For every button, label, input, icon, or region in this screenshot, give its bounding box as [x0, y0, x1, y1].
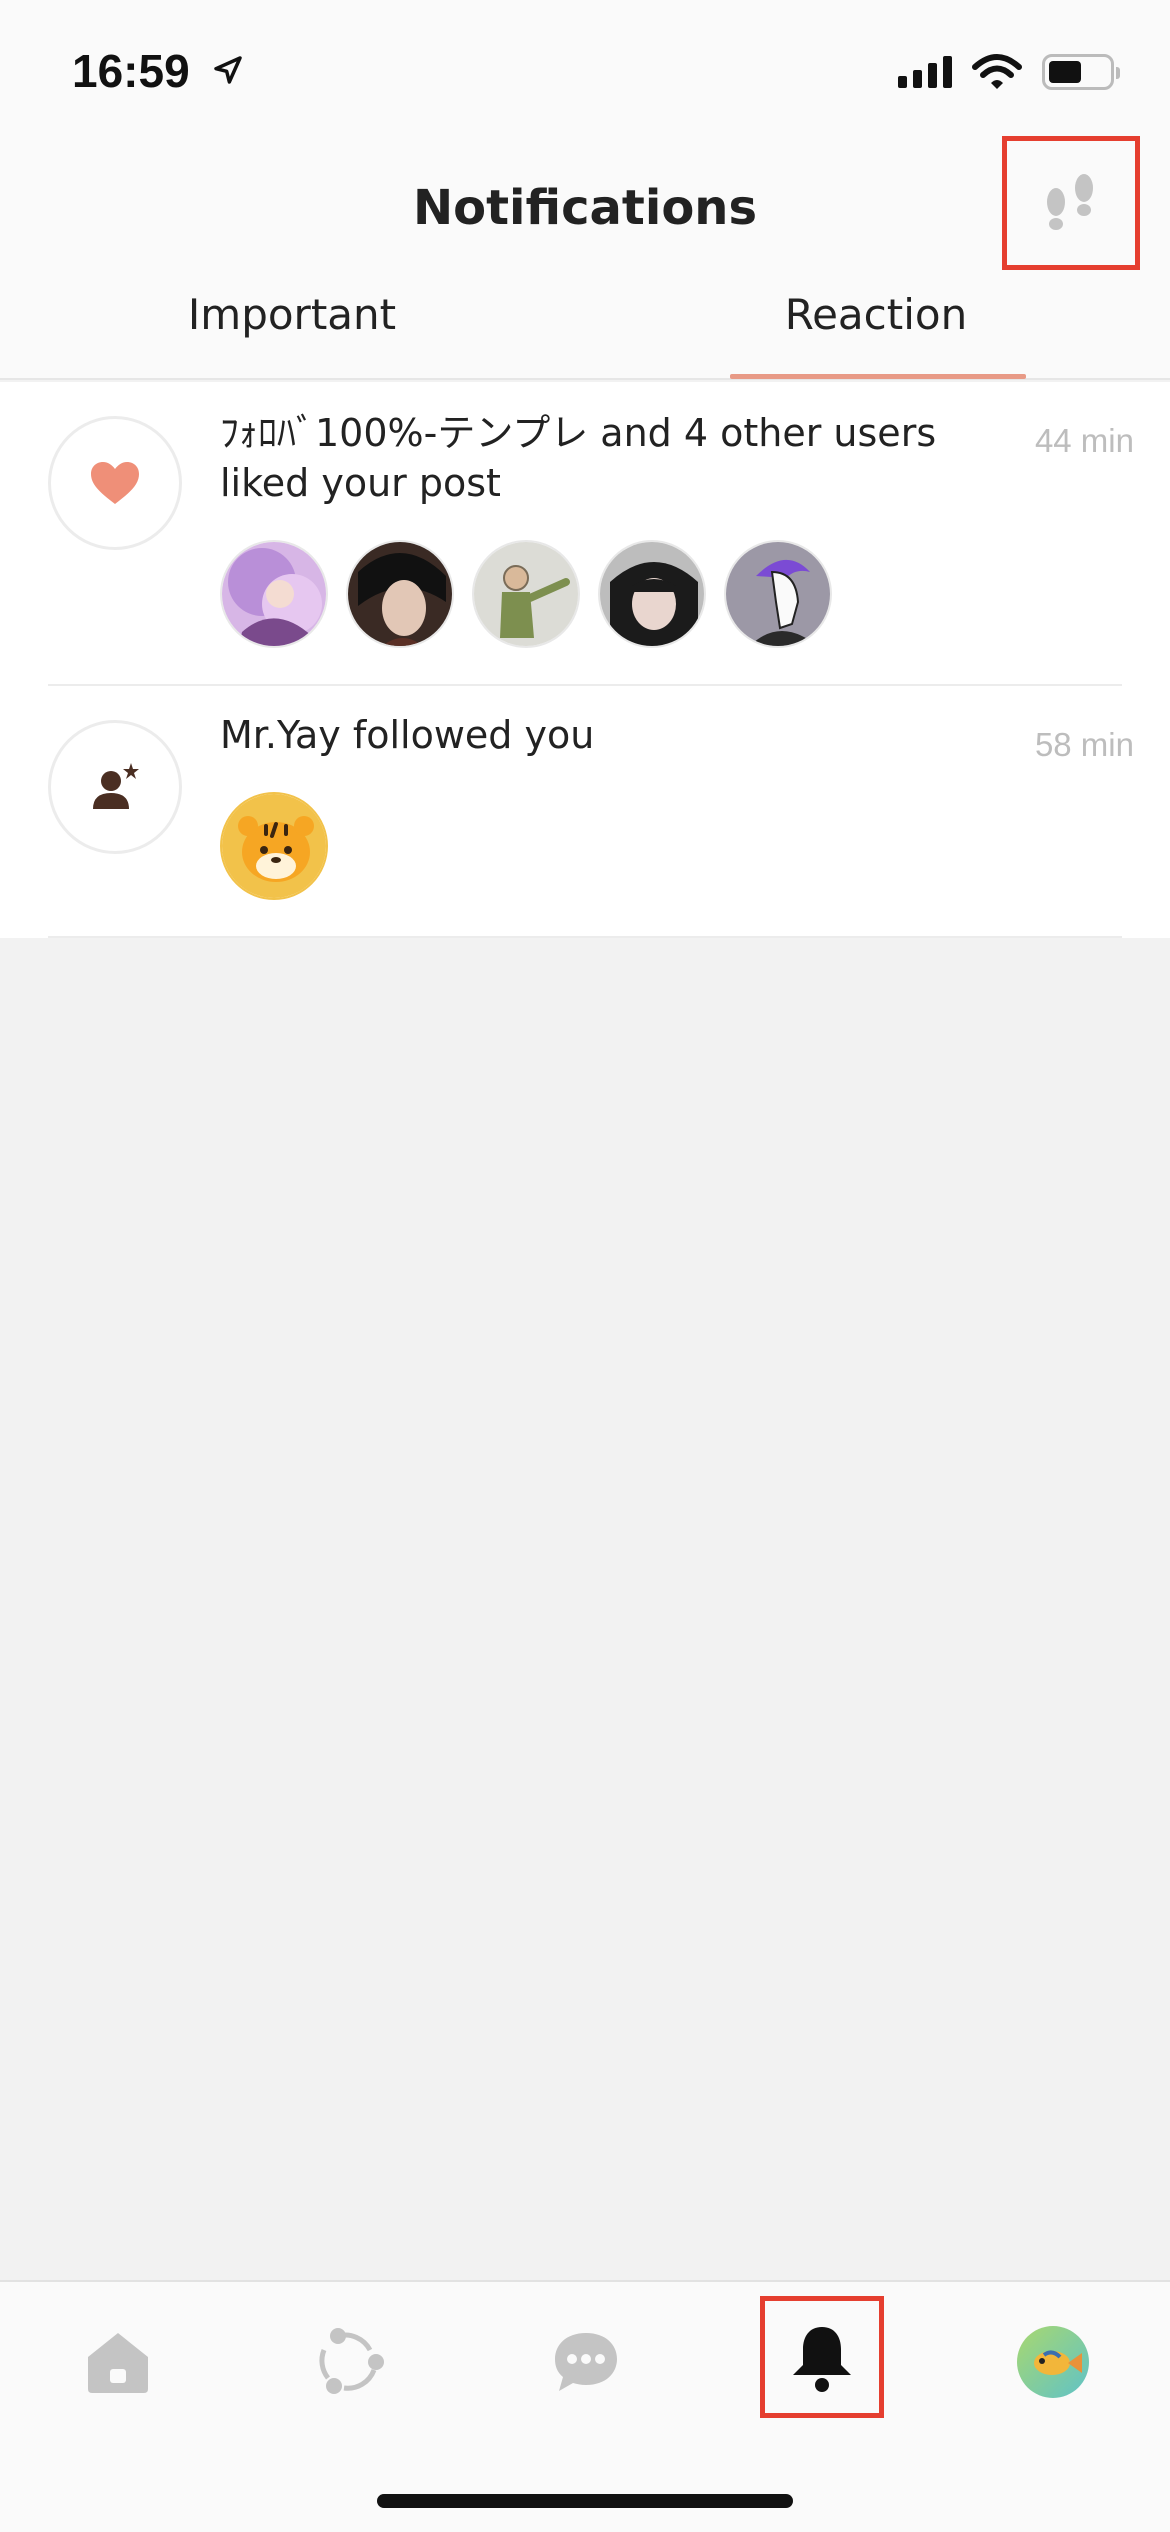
tab-bar: Important Reaction [0, 290, 1170, 380]
notification-text: ﾌｫﾛﾊﾞ100%-テンプレ and 4 other users liked y… [220, 411, 937, 505]
chat-bubble-icon [555, 2333, 617, 2391]
nav-profile[interactable] [993, 2302, 1113, 2422]
timeline-icon [319, 2328, 384, 2394]
heart-icon [91, 462, 139, 504]
follower-avatars [220, 792, 328, 900]
liker-avatars [220, 540, 832, 648]
notification-list: ﾌｫﾛﾊﾞ100%-テンプレ and 4 other users liked y… [0, 382, 1170, 938]
footprints-icon [1047, 174, 1093, 230]
tab-reaction[interactable]: Reaction [706, 290, 1046, 380]
add-user-icon [93, 763, 139, 809]
avatar[interactable] [724, 540, 832, 648]
avatar[interactable] [598, 540, 706, 648]
location-arrow-icon [214, 56, 242, 84]
list-item[interactable]: Mr.Yay followed you 58 min [0, 686, 1170, 936]
profile-avatar-fish [1017, 2326, 1089, 2398]
nav-home[interactable] [58, 2302, 178, 2422]
notification-time: 44 min [1034, 422, 1134, 459]
status-icons [898, 52, 1120, 92]
status-bar: 16:59 [0, 0, 1170, 140]
nav-chat[interactable] [526, 2302, 646, 2422]
avatar[interactable] [220, 792, 328, 900]
divider [48, 936, 1122, 938]
avatar[interactable] [472, 540, 580, 648]
footprints-button[interactable] [1002, 136, 1140, 270]
battery-icon [1042, 54, 1120, 90]
header: Notifications Important Reaction [0, 136, 1170, 380]
avatar[interactable] [220, 540, 328, 648]
home-icon [88, 2333, 148, 2393]
cellular-signal-icon [898, 56, 952, 88]
bell-icon [793, 2327, 851, 2392]
page-title: Notifications [412, 180, 758, 236]
nav-timeline[interactable] [290, 2302, 410, 2422]
tab-selected-indicator [730, 374, 1026, 379]
avatar[interactable] [346, 540, 454, 648]
notification-time: 58 min [1034, 726, 1134, 763]
follow-type-badge [48, 720, 182, 854]
home-indicator [377, 2494, 793, 2508]
list-item[interactable]: ﾌｫﾛﾊﾞ100%-テンプレ and 4 other users liked y… [0, 382, 1170, 684]
nav-notifications[interactable] [760, 2296, 884, 2418]
tab-important[interactable]: Important [122, 290, 462, 380]
status-time: 16:59 [72, 45, 190, 97]
like-type-badge [48, 416, 182, 550]
notification-text: Mr.Yay followed you [220, 713, 595, 757]
wifi-icon [972, 54, 1022, 89]
